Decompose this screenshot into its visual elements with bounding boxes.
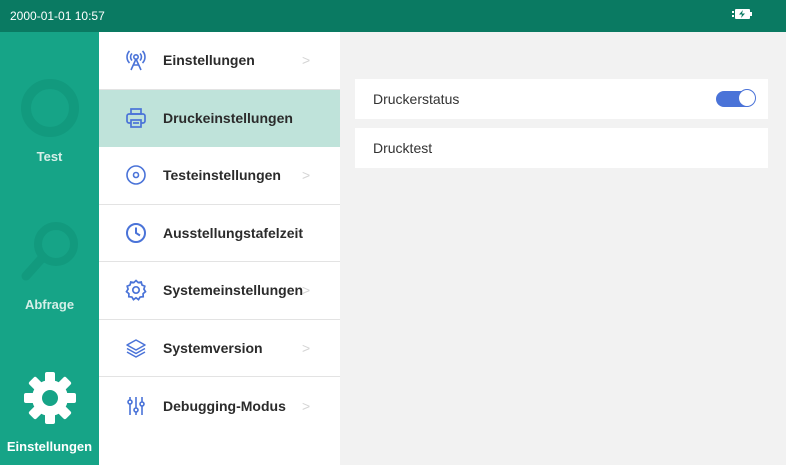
- menu-item-label: Testeinstellungen: [163, 167, 281, 184]
- status-bar: 2000-01-01 10:57: [0, 0, 786, 32]
- toggle-knob: [738, 89, 756, 107]
- chevron-right-icon: >: [302, 167, 311, 184]
- gear-outline-icon: [125, 279, 147, 302]
- test-ring-icon: [18, 76, 82, 143]
- menu-item-debugging-modus[interactable]: Debugging-Modus >: [99, 377, 340, 435]
- nav-einstellungen[interactable]: Einstellungen: [0, 370, 99, 454]
- sliders-icon: [125, 395, 147, 417]
- nav-test-label: Test: [36, 149, 63, 164]
- menu-item-systemeinstellungen[interactable]: Systemeinstellungen >: [99, 262, 340, 320]
- menu-item-label: Druckeinstellungen: [163, 110, 293, 127]
- content-panel: Druckerstatus Drucktest: [340, 32, 786, 465]
- menu-item-ausstellungstafelzeit[interactable]: Ausstellungstafelzeit: [99, 205, 340, 262]
- antenna-icon: [125, 49, 147, 71]
- chevron-right-icon: >: [302, 52, 311, 69]
- target-icon: [125, 164, 147, 186]
- settings-menu: Einstellungen > Druckeinstellungen Teste…: [99, 32, 340, 465]
- nav-abfrage[interactable]: Abfrage: [0, 218, 99, 312]
- clock-icon: [125, 222, 147, 244]
- chevron-right-icon: >: [302, 282, 311, 299]
- printer-status-toggle[interactable]: [716, 89, 756, 107]
- layers-icon: [125, 337, 147, 359]
- printer-icon: [125, 107, 147, 129]
- gear-icon: [22, 370, 78, 429]
- printer-status-label: Druckerstatus: [373, 91, 460, 107]
- menu-item-label: Systemversion: [163, 339, 263, 356]
- menu-item-label: Systemeinstellungen: [163, 282, 304, 299]
- chevron-right-icon: >: [302, 397, 311, 414]
- chevron-right-icon: >: [302, 339, 311, 356]
- nav-einstellungen-label: Einstellungen: [6, 439, 93, 454]
- search-icon: [18, 218, 82, 291]
- print-test-label: Drucktest: [373, 140, 433, 156]
- menu-item-label: Debugging-Modus: [163, 397, 286, 414]
- menu-item-systemversion[interactable]: Systemversion >: [99, 320, 340, 377]
- nav-abfrage-label: Abfrage: [24, 297, 75, 312]
- nav-rail: Test Abfrage Einstellungen: [0, 32, 99, 465]
- menu-item-einstellungen[interactable]: Einstellungen >: [99, 32, 340, 90]
- menu-item-druckeinstellungen[interactable]: Druckeinstellungen: [99, 89, 340, 147]
- menu-item-label: Einstellungen: [163, 52, 255, 69]
- menu-item-label: Ausstellungstafelzeit: [163, 224, 304, 241]
- print-test-button[interactable]: Drucktest: [355, 128, 768, 168]
- status-datetime: 2000-01-01 10:57: [10, 9, 105, 23]
- menu-item-testeinstellungen[interactable]: Testeinstellungen >: [99, 147, 340, 205]
- battery-charging-icon: [732, 7, 754, 25]
- printer-status-row: Druckerstatus: [355, 79, 768, 119]
- nav-test[interactable]: Test: [0, 76, 99, 164]
